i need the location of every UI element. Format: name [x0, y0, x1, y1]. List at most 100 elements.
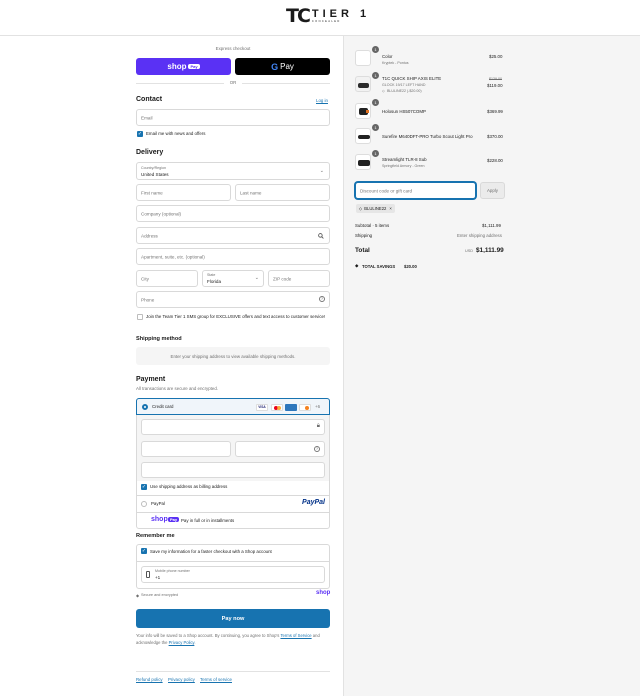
- credit-card-label: Credit card: [152, 404, 174, 409]
- country-select[interactable]: Country/Region United States ⌄: [136, 162, 330, 180]
- shipping-value: Enter shipping address: [457, 233, 502, 238]
- mobile-phone-field[interactable]: Mobile phone number +1: [141, 566, 325, 583]
- shipping-method-message: Enter your shipping address to view avai…: [136, 347, 330, 365]
- total-value: $1,111.99: [476, 247, 504, 254]
- footer-divider: [136, 671, 330, 672]
- credit-card-option[interactable]: Credit card VISA +6: [136, 398, 330, 415]
- chevron-down-icon: ⌄: [254, 275, 259, 281]
- privacy-policy-footer-link[interactable]: Privacy policy: [168, 677, 195, 682]
- apply-button[interactable]: Apply: [480, 182, 505, 199]
- country-value: United States: [141, 172, 169, 177]
- last-name-field[interactable]: Last name: [235, 184, 330, 201]
- tag-icon: ◇: [359, 206, 363, 211]
- terms-of-service-footer-link[interactable]: Terms of service: [200, 677, 232, 682]
- shop-pay-logo: shop: [151, 516, 168, 523]
- quantity-badge: 1: [372, 99, 379, 106]
- company-placeholder: Company (optional): [141, 211, 182, 216]
- total-savings-value: $20.00: [404, 264, 417, 269]
- paypal-logo: PayPal: [302, 499, 325, 506]
- save-info-checkbox[interactable]: ✓: [141, 548, 147, 554]
- help-icon[interactable]: ?: [314, 446, 320, 452]
- discount-code-tag: ◇ BLULINE22 ×: [356, 204, 395, 213]
- product-variant: Springfield Armory - Green: [382, 164, 425, 168]
- product-name: Holosun HS507COMP: [382, 109, 426, 114]
- phone-field[interactable]: Phone ?: [136, 291, 330, 308]
- list-item: 1 Holosun HS507COMP: [355, 99, 505, 121]
- legal-text: Your info will be saved to a Shop accoun…: [136, 632, 330, 646]
- secure-label: Secure and encrypted: [141, 593, 179, 597]
- address-placeholder: Address: [141, 233, 158, 238]
- news-checkbox[interactable]: ✓: [137, 131, 143, 137]
- radio-selected[interactable]: [142, 404, 148, 410]
- news-label: Email me with news and offers: [146, 131, 206, 136]
- shipping-method-title: Shipping method: [136, 336, 182, 342]
- state-select[interactable]: State Florida ⌄: [202, 270, 264, 287]
- radio-unselected[interactable]: [141, 501, 147, 507]
- first-name-field[interactable]: First name: [136, 184, 231, 201]
- product-price: $119.00: [487, 83, 503, 88]
- product-thumbnail: [355, 50, 371, 66]
- product-name: Color: [382, 54, 393, 59]
- terms-of-service-link[interactable]: Terms of Service: [280, 633, 311, 638]
- zip-placeholder: ZIP code: [273, 276, 292, 281]
- card-form: 🔒︎ ?: [137, 415, 329, 481]
- last-name-placeholder: Last name: [240, 190, 262, 195]
- visa-icon: VISA: [256, 404, 268, 411]
- login-link[interactable]: Log in: [316, 98, 328, 103]
- divider: [136, 561, 330, 562]
- address-field[interactable]: Address: [136, 227, 330, 244]
- product-price: $228.00: [487, 158, 503, 163]
- list-item: 1 Streamlight TLR-8 Sub Springfield Armo…: [355, 150, 505, 172]
- or-divider: OR: [136, 80, 330, 86]
- email-placeholder: Email: [141, 115, 153, 120]
- city-placeholder: City: [141, 276, 149, 281]
- product-variant: Kryptek - Pontus: [382, 61, 409, 65]
- sms-checkbox[interactable]: [137, 314, 143, 320]
- product-thumbnail: [355, 154, 371, 170]
- google-pay-label: Pay: [280, 62, 294, 71]
- shop-logo: shop: [316, 590, 331, 596]
- shop-pay-installments-option[interactable]: shop Pay Pay in full or in installments: [136, 513, 330, 529]
- zip-field[interactable]: ZIP code: [268, 270, 330, 287]
- shop-pay-button[interactable]: shop Pay: [136, 58, 231, 75]
- discover-icon: [299, 404, 311, 411]
- privacy-policy-link[interactable]: Privacy Policy: [169, 640, 195, 645]
- chevron-down-icon: ⌄: [319, 168, 324, 174]
- close-icon[interactable]: ×: [389, 206, 391, 211]
- company-field[interactable]: Company (optional): [136, 205, 330, 222]
- expiration-field[interactable]: [141, 441, 231, 457]
- mobile-phone-label: Mobile phone number: [155, 569, 190, 573]
- subtotal-value: $1,111.99: [482, 223, 501, 228]
- help-icon[interactable]: ?: [319, 296, 325, 302]
- name-on-card-field[interactable]: [141, 462, 325, 478]
- product-price: $25.00: [489, 54, 503, 59]
- savings-tag-icon: ◆: [355, 263, 359, 268]
- refund-policy-link[interactable]: Refund policy: [136, 677, 163, 682]
- card-number-field[interactable]: 🔒︎: [141, 419, 325, 435]
- remember-me-title: Remember me: [136, 533, 175, 539]
- logo-mark: TC: [286, 5, 311, 27]
- mobile-phone-icon: [146, 571, 150, 578]
- security-code-field[interactable]: ?: [235, 441, 325, 457]
- apartment-field[interactable]: Apartment, suite, etc. (optional): [136, 248, 330, 265]
- city-field[interactable]: City: [136, 270, 198, 287]
- shield-icon: ◆: [136, 593, 140, 598]
- product-old-price: $139.00: [489, 77, 502, 81]
- paypal-option[interactable]: PayPal PayPal: [136, 496, 330, 512]
- logo-sub: CONCEALED: [311, 19, 341, 23]
- currency-code: USD: [465, 249, 474, 253]
- discount-code-input[interactable]: Discount code or gift card: [355, 182, 476, 199]
- paypal-label: PayPal: [151, 501, 165, 506]
- billing-checkbox[interactable]: ✓: [141, 484, 147, 490]
- logo-name: TIER 1: [311, 7, 371, 20]
- legal-text-part: Your info will be saved to a Shop accoun…: [136, 633, 281, 638]
- payment-subtitle: All transactions are secure and encrypte…: [136, 386, 219, 391]
- shop-pay-logo: shop: [167, 62, 187, 71]
- list-item: 1 T1C QUICK SHIP AXIS ELITE GLOCK 19/17 …: [355, 72, 505, 97]
- google-pay-button[interactable]: G Pay: [235, 58, 330, 75]
- brand-logo[interactable]: TC TIER 1 CONCEALED: [286, 6, 370, 26]
- email-field[interactable]: Email: [136, 109, 330, 126]
- product-thumbnail: [355, 103, 371, 119]
- pay-now-button[interactable]: Pay now: [136, 609, 330, 628]
- product-price: $369.99: [487, 109, 503, 114]
